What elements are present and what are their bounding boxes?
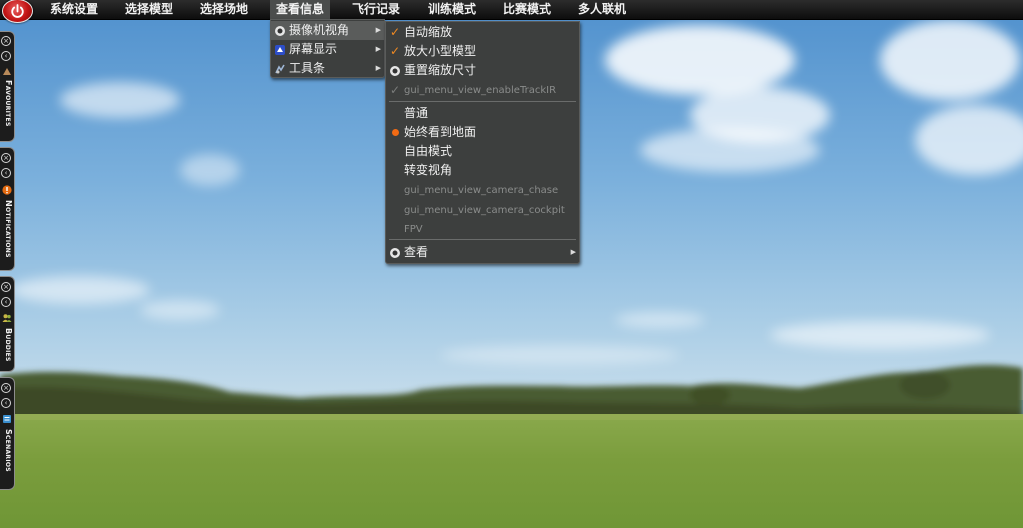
close-icon[interactable]: ×	[1, 383, 11, 393]
menu-item-switch-view[interactable]: 转变视角	[386, 161, 579, 180]
collapse-icon[interactable]: ‹	[1, 51, 11, 61]
menu-item-camera-cockpit: gui_menu_view_camera_cockpit	[404, 205, 565, 216]
close-icon[interactable]: ×	[1, 153, 11, 163]
menu-item-camera-normal[interactable]: 普通	[386, 104, 579, 123]
menu-select-field[interactable]: 选择场地	[194, 0, 254, 19]
menu-race-mode[interactable]: 比赛模式	[497, 0, 557, 19]
menu-item-reset-zoom[interactable]: 重置缩放尺寸	[386, 61, 579, 80]
camera-view-submenu: ✓ 自动缩放 ✓ 放大小型模型 重置缩放尺寸 ✓ gui_menu_view_e…	[385, 21, 580, 264]
submenu-arrow-icon: ▶	[375, 64, 381, 72]
view-info-dropdown: 摄像机视角 ▶ 屏幕显示 ▶ 工具条 ▶	[270, 19, 385, 78]
main-menu-bar: 系统设置 选择模型 选择场地 查看信息 飞行记录 训练模式 比赛模式 多人联机	[0, 0, 1023, 23]
check-icon: ✓	[390, 44, 401, 58]
side-tab-buddies[interactable]: × ‹ Buddies	[0, 276, 15, 372]
menu-select-model[interactable]: 选择模型	[119, 0, 179, 19]
buddies-icon	[2, 314, 12, 322]
menu-item-screen-display[interactable]: 屏幕显示 ▶	[271, 40, 384, 59]
camera-icon	[389, 246, 401, 258]
close-icon[interactable]: ×	[1, 282, 11, 292]
side-tab-notifications[interactable]: × ‹ Notifications	[0, 147, 15, 271]
power-button[interactable]	[2, 0, 33, 23]
menu-item-fpv: FPV	[404, 224, 423, 235]
favourites-icon	[3, 68, 11, 75]
menu-flight-log[interactable]: 飞行记录	[346, 0, 406, 19]
submenu-arrow-icon: ▶	[375, 26, 381, 34]
alert-icon	[2, 185, 12, 195]
power-icon	[11, 4, 24, 18]
menu-item-camera-view[interactable]: 摄像机视角 ▶	[271, 21, 384, 40]
menu-multiplayer[interactable]: 多人联机	[572, 0, 632, 19]
side-tab-scenarios[interactable]: × ‹ Scenarios	[0, 377, 15, 490]
check-icon: ✓	[390, 25, 401, 39]
menu-view-info[interactable]: 查看信息	[270, 0, 331, 19]
menu-system-settings[interactable]: 系统设置	[44, 0, 104, 19]
display-icon	[274, 43, 286, 55]
menu-item-camera-chase: gui_menu_view_camera_chase	[404, 185, 559, 196]
menu-separator	[389, 101, 576, 102]
menu-training-mode[interactable]: 训练模式	[422, 0, 482, 19]
collapse-icon[interactable]: ‹	[1, 297, 11, 307]
collapse-icon[interactable]: ‹	[1, 168, 11, 178]
collapse-icon[interactable]: ‹	[1, 398, 11, 408]
menu-item-view[interactable]: 查看 ▶	[386, 243, 579, 262]
camera-icon	[274, 24, 286, 36]
menu-separator	[389, 239, 576, 240]
menu-item-toolbar[interactable]: 工具条 ▶	[271, 59, 384, 78]
camera-icon	[389, 64, 401, 76]
scenarios-icon	[3, 415, 11, 423]
check-icon: ✓	[390, 83, 401, 97]
menu-item-enlarge-small-models[interactable]: ✓ 放大小型模型	[386, 42, 579, 61]
menu-item-auto-zoom[interactable]: ✓ 自动缩放	[386, 23, 579, 42]
radio-selected-icon	[392, 129, 399, 136]
submenu-arrow-icon: ▶	[570, 248, 576, 256]
side-tab-favourites[interactable]: × ‹ Favourites	[0, 31, 15, 142]
submenu-arrow-icon: ▶	[375, 45, 381, 53]
toolbar-icon	[274, 62, 286, 74]
close-icon[interactable]: ×	[1, 36, 11, 46]
menu-item-free-mode[interactable]: 自由模式	[386, 142, 579, 161]
menu-item-always-see-ground[interactable]: 始终看到地面	[386, 123, 579, 142]
menu-item-enable-trackir: ✓ gui_menu_view_enableTrackIR	[386, 81, 579, 100]
grass-field	[0, 414, 1023, 528]
